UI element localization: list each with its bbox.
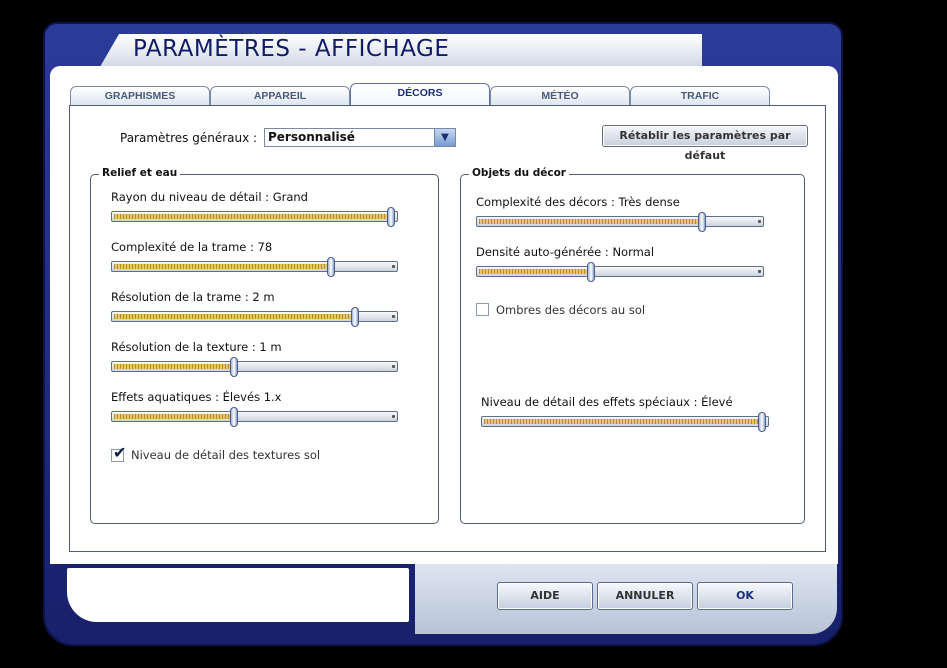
cancel-button[interactable]: ANNULER (597, 582, 693, 610)
general-settings-value: Personnalisé (268, 130, 355, 144)
general-settings-label: Paramètres généraux : (120, 131, 258, 145)
slider-end (392, 415, 395, 418)
slider-mesh-resolution[interactable] (111, 307, 398, 327)
settings-window: PARAMÈTRES - AFFICHAGE GRAPHISMES APPARE… (43, 22, 843, 646)
slider-fill (479, 269, 589, 274)
slider-end (758, 270, 761, 273)
slider-mesh-complexity[interactable] (111, 257, 398, 277)
objects-group-title: Objets du décor (469, 167, 569, 179)
slider-fill (114, 364, 232, 369)
slider-handle[interactable] (387, 207, 395, 227)
slider-handle[interactable] (587, 262, 595, 282)
checkbox-scenery-shadows[interactable] (476, 303, 489, 316)
slider-texture-resolution[interactable] (111, 357, 398, 377)
slider-autogen-density[interactable] (476, 262, 764, 282)
slider-label-special-effects: Niveau de détail des effets spéciaux : É… (481, 395, 733, 409)
help-button[interactable]: AIDE (497, 582, 593, 610)
checkmark-icon: ✔ (113, 443, 127, 462)
slider-end (758, 220, 761, 223)
tab-decors[interactable]: DÉCORS (350, 83, 490, 107)
slider-fill (479, 219, 700, 224)
slider-end (392, 265, 395, 268)
slider-scenery-complexity[interactable] (476, 212, 764, 232)
status-box (67, 568, 409, 622)
slider-label-mesh-resolution: Résolution de la trame : 2 m (111, 290, 275, 304)
slider-end (392, 365, 395, 368)
checkbox-ground-texture-lod[interactable]: ✔ (111, 445, 126, 462)
slider-handle[interactable] (230, 407, 238, 427)
slider-fill (114, 414, 232, 419)
checkbox-label-ground-texture-lod: Niveau de détail des textures sol (131, 448, 321, 462)
slider-handle[interactable] (230, 357, 238, 377)
slider-handle[interactable] (327, 257, 335, 277)
tab-graphismes[interactable]: GRAPHISMES (70, 86, 210, 106)
tab-appareil[interactable]: APPAREIL (210, 86, 350, 106)
slider-fill (114, 214, 389, 219)
general-settings-select[interactable]: Personnalisé ▼ (264, 128, 456, 147)
slider-label-water-effects: Effets aquatiques : Élevés 1.x (111, 390, 282, 404)
slider-fill (484, 419, 760, 424)
slider-handle[interactable] (758, 412, 766, 432)
slider-fill (114, 264, 329, 269)
chevron-down-icon[interactable]: ▼ (434, 129, 455, 146)
slider-label-scenery-complexity: Complexité des décors : Très dense (476, 195, 680, 209)
slider-fill (114, 314, 353, 319)
checkbox-label-scenery-shadows: Ombres des décors au sol (496, 303, 646, 317)
slider-lod-radius[interactable] (111, 207, 398, 227)
slider-special-effects[interactable] (481, 412, 769, 432)
slider-label-lod-radius: Rayon du niveau de détail : Grand (111, 190, 308, 204)
tab-trafic[interactable]: TRAFIC (630, 86, 770, 106)
tab-meteo[interactable]: MÉTÉO (490, 86, 630, 106)
slider-handle[interactable] (351, 307, 359, 327)
reset-defaults-button[interactable]: Rétablir les paramètres par défaut (602, 125, 808, 162)
ok-button[interactable]: OK (697, 582, 793, 610)
slider-label-autogen-density: Densité auto-générée : Normal (476, 245, 655, 259)
slider-handle[interactable] (698, 212, 706, 232)
relief-group-title: Relief et eau (99, 167, 181, 179)
slider-water-effects[interactable] (111, 407, 398, 427)
window-title: PARAMÈTRES - AFFICHAGE (133, 36, 450, 62)
slider-label-mesh-complexity: Complexité de la trame : 78 (111, 240, 273, 254)
slider-label-texture-resolution: Résolution de la texture : 1 m (111, 340, 282, 354)
slider-end (392, 315, 395, 318)
